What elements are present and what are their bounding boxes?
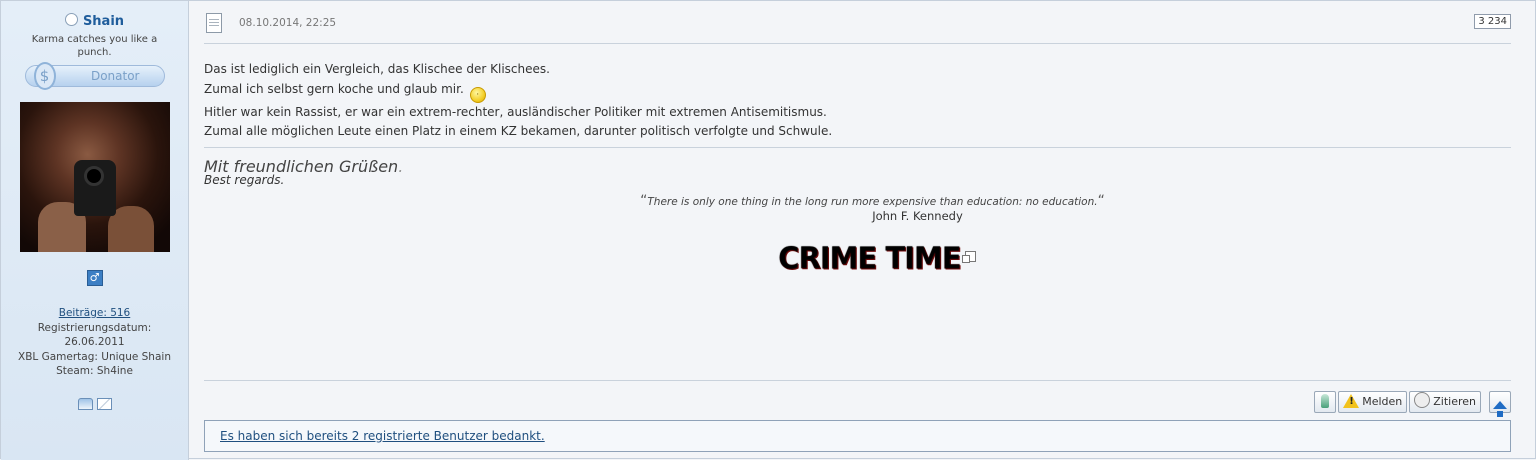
male-icon: ♂: [86, 270, 103, 286]
signature-quote-author: John F. Kennedy: [872, 208, 963, 223]
username[interactable]: Shain: [83, 14, 124, 29]
signature-divider: [204, 146, 1511, 148]
posts-count-link[interactable]: Beiträge: 516: [59, 307, 131, 319]
signature-banner: CRIME TIME: [243, 240, 1511, 276]
report-button[interactable]: Melden: [1338, 391, 1408, 413]
post-line-2: Zumal ich selbst gern koche und glaub mi…: [204, 81, 464, 96]
registration-date: 26.06.2011: [64, 336, 125, 348]
crime-time-logo[interactable]: CRIME TIME: [778, 240, 961, 276]
smiley-icon: ·: [469, 86, 486, 103]
avatar: [19, 102, 170, 252]
post-main: 08.10.2014, 22:25 3 234 Das ist lediglic…: [204, 1, 1511, 460]
report-label: Melden: [1362, 395, 1403, 408]
post-date: 08.10.2014, 22:25: [239, 17, 337, 29]
post-line-4: Zumal alle möglichen Leute einen Platz i…: [204, 124, 833, 138]
email-icon[interactable]: [96, 397, 112, 410]
registration-label: Registrierungsdatum:: [37, 321, 152, 334]
post-line-2-wrap: Zumal ich selbst gern koche und glaub mi…: [204, 80, 1511, 103]
contact-icons: [1, 397, 188, 410]
signature-quote: “There is only one thing in the long run…: [640, 192, 1105, 209]
user-title: Karma catches you like a punch.: [31, 34, 158, 58]
thanks-users-link[interactable]: Es haben sich bereits 2 registrierte Ben…: [220, 429, 545, 443]
arrow-up-icon: [1493, 401, 1507, 409]
donator-badge-label: Donator: [90, 69, 140, 83]
post-actions: Melden Zitieren: [1312, 391, 1511, 417]
post-header: 08.10.2014, 22:25 3 234: [204, 1, 1511, 44]
post-body: Das ist lediglich ein Vergleich, das Kli…: [204, 44, 1511, 142]
user-stats: Beiträge: 516 Registrierungsdatum: 26.06…: [1, 306, 188, 379]
offline-status-icon: [64, 13, 78, 26]
xbl-gamertag: XBL Gamertag: Unique Shain: [18, 350, 171, 363]
thanks-button[interactable]: [1314, 391, 1337, 413]
homepage-icon[interactable]: [77, 397, 93, 410]
dollar-icon: $: [33, 62, 56, 90]
quote-button[interactable]: Zitieren: [1409, 391, 1481, 413]
post-footer-divider: [204, 380, 1511, 381]
scroll-top-button[interactable]: [1489, 391, 1511, 417]
post-number-link[interactable]: 3 234: [1474, 14, 1511, 29]
speech-bubble-icon: [1414, 392, 1431, 408]
warning-icon: [1343, 394, 1360, 408]
username-line: Shain: [1, 13, 188, 29]
post-line-3: Hitler war kein Rassist, er war ein extr…: [204, 104, 827, 119]
document-icon: [206, 13, 222, 33]
thanks-box: Es haben sich bereits 2 registrierte Ben…: [204, 420, 1511, 452]
external-link-icon[interactable]: [961, 250, 976, 263]
quote-label: Zitieren: [1433, 395, 1476, 408]
user-sidebar: Shain Karma catches you like a punch. $ …: [1, 1, 189, 460]
post-container: Shain Karma catches you like a punch. $ …: [0, 0, 1536, 460]
steam-id: Steam: Sh4ine: [56, 365, 133, 377]
donator-badge: $ Donator: [24, 62, 165, 90]
post-line-1: Das ist lediglich ein Vergleich, das Kli…: [204, 62, 550, 76]
thumbs-up-icon: [1321, 394, 1330, 408]
